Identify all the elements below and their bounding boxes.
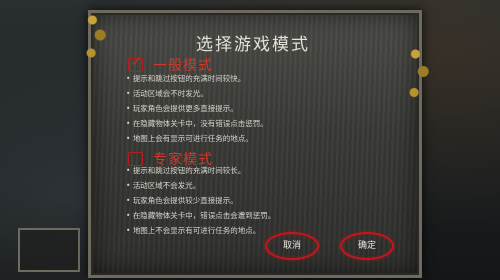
checkmark-icon: ✓ [131, 54, 143, 70]
confirm-button[interactable]: 确定 [340, 232, 394, 260]
normal-mode-checkbox[interactable]: ✓ [128, 54, 143, 72]
description-item: 提示和跳过按钮的充满时间较快。 [126, 71, 268, 86]
description-item: 地图上会有显示可进行任务的地点。 [126, 131, 268, 146]
cancel-button[interactable]: 取消 [265, 232, 319, 260]
description-item: 提示和跳过按钮的充满时间较长。 [126, 163, 275, 178]
description-item: 在隐藏物体关卡中，没有错误点击惩罚。 [126, 116, 268, 131]
description-item: 活动区域不会发光。 [126, 178, 275, 193]
background-sign [18, 228, 80, 272]
dialog-title: 选择游戏模式 [196, 35, 310, 55]
description-item: 玩家角色会提供较少直接提示。 [126, 193, 275, 208]
description-item: 在隐藏物体关卡中，错误点击会遭到惩罚。 [126, 208, 276, 223]
description-item: 地图上不会显示有可进行任务的地点。 [126, 223, 275, 238]
normal-mode-description: 提示和跳过按钮的充满时间较快。 活动区域会不时发光。 玩家角色会提供更多直接提示… [126, 71, 268, 146]
expert-mode-description: 提示和跳过按钮的充满时间较长。 活动区域不会发光。 玩家角色会提供较少直接提示。… [126, 163, 276, 238]
description-item: 活动区域会不时发光。 [126, 86, 268, 101]
description-item: 玩家角色会提供更多直接提示。 [126, 101, 268, 116]
